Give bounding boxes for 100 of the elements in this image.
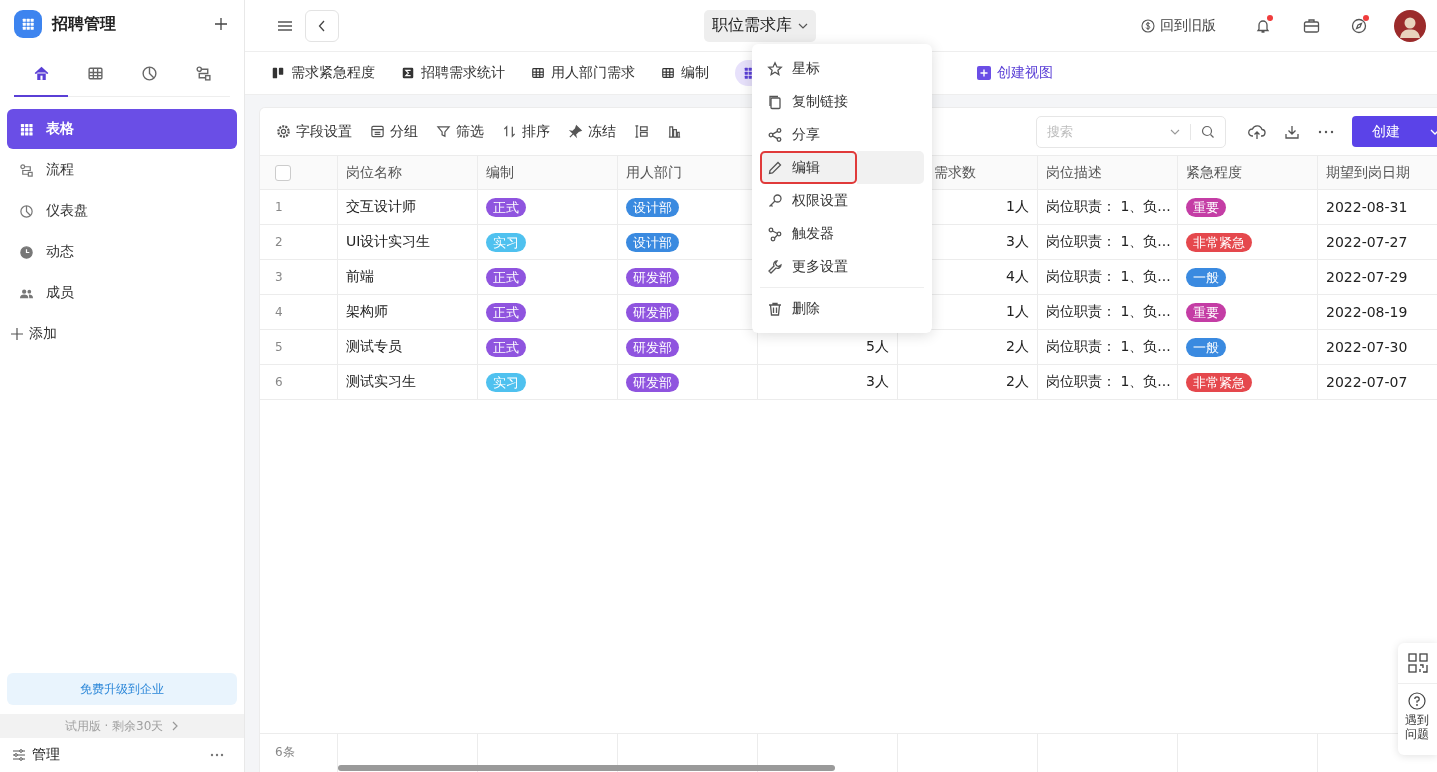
- scrollbar[interactable]: [338, 765, 835, 771]
- view-tab[interactable]: 招聘需求统计: [401, 60, 505, 86]
- row-number: 5: [275, 340, 283, 354]
- toolbar-button[interactable]: 筛选: [436, 122, 484, 141]
- tag: 研发部: [626, 372, 679, 392]
- menu-icon[interactable]: [277, 19, 293, 32]
- table-cell: UI设计实习生: [346, 233, 431, 251]
- tag: 正式: [486, 267, 526, 287]
- table-cell: 3人: [866, 373, 889, 391]
- toolbar-button[interactable]: 字段设置: [276, 122, 352, 141]
- trigger-icon: [767, 225, 783, 242]
- tag: 重要: [1186, 302, 1226, 322]
- help-button[interactable]: 遇到问题: [1404, 692, 1431, 742]
- table-cell: 测试专员: [346, 338, 402, 356]
- nav-item[interactable]: 流程: [7, 150, 237, 190]
- nav-item[interactable]: 成员: [7, 273, 237, 313]
- tag: 研发部: [626, 267, 679, 287]
- wrench-icon: [767, 258, 783, 275]
- row-number: 3: [275, 270, 283, 284]
- menu-item[interactable]: 权限设置: [760, 184, 924, 217]
- back-to-old-version-link[interactable]: 回到旧版: [1141, 16, 1216, 35]
- more-icon[interactable]: [1318, 129, 1334, 134]
- table-cell: 测试实习生: [346, 373, 416, 391]
- toolbar-button[interactable]: 冻结: [568, 122, 616, 141]
- flow-icon: [19, 162, 34, 178]
- sort-icon: [502, 124, 517, 139]
- chevron-left-icon: [318, 19, 326, 32]
- filter-icon: [436, 124, 451, 139]
- table-cell: 2022-07-30: [1326, 339, 1408, 355]
- pie-chart-icon: [19, 203, 34, 219]
- tag: 一般: [1186, 337, 1226, 357]
- table-cell: 交互设计师: [346, 198, 416, 216]
- download-icon[interactable]: [1284, 123, 1300, 140]
- table-cell: 2022-07-29: [1326, 269, 1408, 285]
- tag: 正式: [486, 197, 526, 217]
- table-icon: [531, 66, 545, 80]
- tag: 设计部: [626, 197, 679, 217]
- record-count: 6条: [275, 744, 295, 761]
- copy-icon: [767, 93, 783, 110]
- sliders-icon: [12, 748, 26, 762]
- manage-button[interactable]: 管理: [12, 746, 60, 764]
- table-cell: 岗位职责： 1、负...: [1046, 338, 1171, 356]
- view-tab[interactable]: 需求紧急程度: [271, 60, 375, 86]
- home-icon: [32, 65, 50, 82]
- view-tab[interactable]: 用人部门需求: [531, 60, 635, 86]
- table-cell: 3人: [1006, 233, 1029, 251]
- add-icon[interactable]: [214, 17, 228, 31]
- base-title-dropdown[interactable]: 职位需求库: [704, 9, 816, 42]
- pie-chart-icon: [140, 65, 158, 82]
- upgrade-button[interactable]: 免费升级到企业: [7, 673, 237, 705]
- column-header: 紧急程度: [1186, 163, 1242, 182]
- table-cell: 1人: [1006, 303, 1029, 321]
- chevron-right-icon: [171, 721, 180, 731]
- tag: 实习: [486, 372, 526, 392]
- column-header: 编制: [486, 163, 514, 182]
- toolbar-button[interactable]: 排序: [502, 122, 550, 141]
- select-all-checkbox[interactable]: [275, 164, 291, 181]
- nav-item[interactable]: 表格: [7, 109, 237, 149]
- tag: 非常紧急: [1186, 232, 1252, 252]
- menu-item[interactable]: 星标: [760, 52, 924, 85]
- nav-item[interactable]: 仪表盘: [7, 191, 237, 231]
- table-cell: 2022-07-07: [1326, 374, 1408, 390]
- column-header: 岗位描述: [1046, 163, 1102, 182]
- qr-code-icon[interactable]: [1407, 653, 1428, 673]
- menu-item[interactable]: 更多设置: [760, 250, 924, 283]
- caret-icon: [798, 22, 808, 29]
- menu-item[interactable]: 删除: [760, 292, 924, 325]
- upload-icon[interactable]: [1248, 123, 1266, 140]
- plus-square-icon: [977, 66, 991, 80]
- tag: 正式: [486, 337, 526, 357]
- nav-item[interactable]: 动态: [7, 232, 237, 272]
- pin-icon: [568, 124, 583, 139]
- grid-icon: [21, 17, 35, 31]
- dollar-circle-icon: [1141, 18, 1155, 33]
- view-tab[interactable]: 编制: [661, 60, 709, 86]
- add-item-button[interactable]: 添加: [7, 314, 237, 354]
- menu-item[interactable]: 分享: [760, 118, 924, 151]
- tag: 正式: [486, 302, 526, 322]
- tag: 设计部: [626, 232, 679, 252]
- row-number: 4: [275, 305, 283, 319]
- search-icon[interactable]: [1201, 124, 1215, 139]
- menu-item[interactable]: 复制链接: [760, 85, 924, 118]
- columns-icon: [271, 66, 285, 80]
- search-field[interactable]: 搜索: [1036, 115, 1226, 148]
- avatar[interactable]: [1394, 9, 1426, 42]
- menu-item[interactable]: 触发器: [760, 217, 924, 250]
- create-view-button[interactable]: 创建视图: [977, 64, 1053, 82]
- toolbar-button[interactable]: 分组: [370, 122, 418, 141]
- tag: 研发部: [626, 337, 679, 357]
- clock-icon: [19, 244, 34, 260]
- row-number: 2: [275, 235, 283, 249]
- flow-icon: [194, 65, 212, 82]
- table-cell: 架构师: [346, 303, 388, 321]
- table-cell: 岗位职责： 1、负...: [1046, 373, 1171, 391]
- row-number: 6: [275, 375, 283, 389]
- sigma-icon: [401, 66, 415, 80]
- table-cell: 2022-07-27: [1326, 234, 1408, 250]
- table-cell: 岗位职责： 1、负...: [1046, 268, 1171, 286]
- more-icon[interactable]: [210, 753, 224, 757]
- chevron-down-icon: [1430, 128, 1437, 135]
